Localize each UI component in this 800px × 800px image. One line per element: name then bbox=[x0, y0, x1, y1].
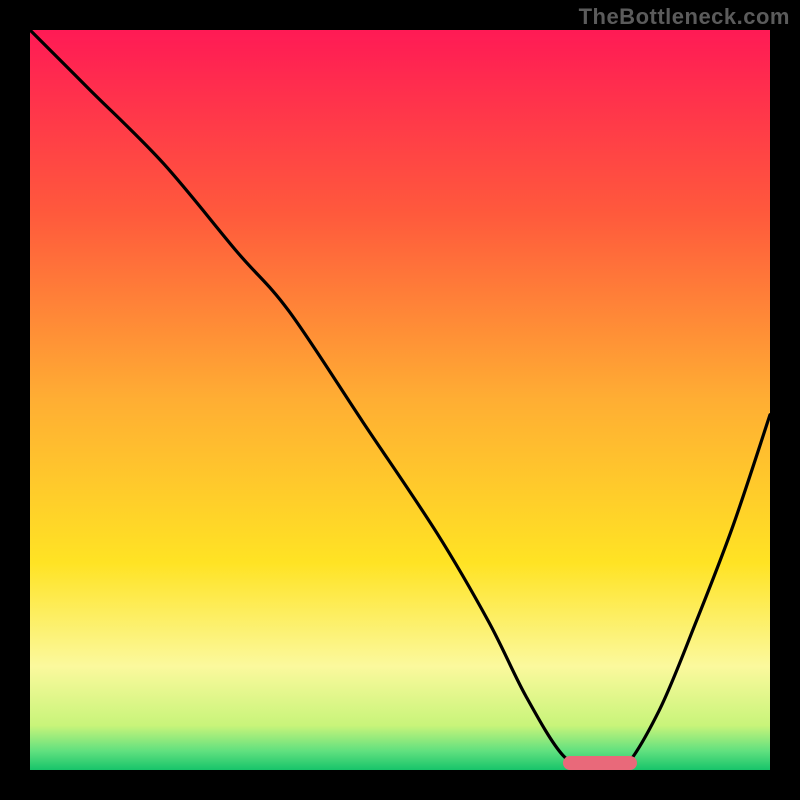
optimal-range-marker bbox=[563, 756, 637, 770]
chart-container: TheBottleneck.com bbox=[0, 0, 800, 800]
bottleneck-curve bbox=[30, 30, 770, 770]
watermark-text: TheBottleneck.com bbox=[579, 4, 790, 30]
plot-area bbox=[30, 30, 770, 770]
